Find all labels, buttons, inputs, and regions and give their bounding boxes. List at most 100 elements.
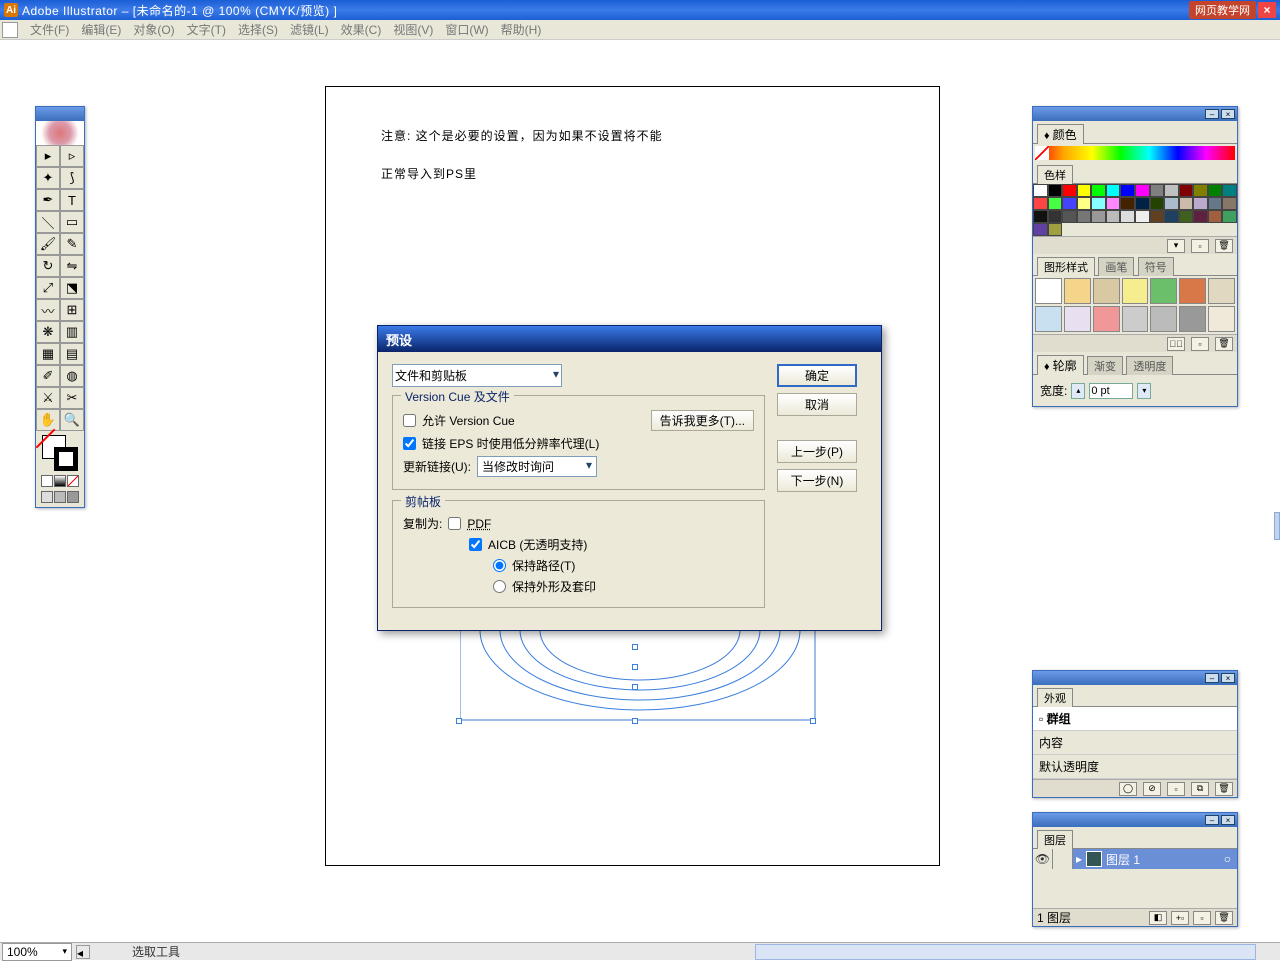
checkbox-allow-version-cue[interactable] — [403, 414, 416, 427]
reflect-tool[interactable]: ⇋ — [60, 255, 84, 277]
dialog-titlebar[interactable]: 预设 — [378, 326, 881, 352]
duplicate-appearance-icon[interactable]: ⧉ — [1191, 782, 1209, 796]
graphic-style[interactable] — [1150, 278, 1177, 304]
pen-tool[interactable]: ✒ — [36, 189, 60, 211]
swatch[interactable] — [1179, 210, 1194, 223]
direct-selection-tool[interactable]: ▹ — [60, 145, 84, 167]
pencil-tool[interactable]: ✎ — [60, 233, 84, 255]
swatch[interactable] — [1033, 197, 1048, 210]
selection-handle[interactable] — [632, 718, 638, 724]
selection-tool[interactable]: ▸ — [36, 145, 60, 167]
panel-titlebar[interactable]: – × — [1033, 813, 1237, 827]
swatch[interactable] — [1193, 184, 1208, 197]
graphic-style[interactable] — [1208, 278, 1235, 304]
panel-minimize-icon[interactable]: – — [1205, 673, 1219, 683]
new-layer-icon[interactable]: ▫ — [1193, 911, 1211, 925]
menu-effect[interactable]: 效果(C) — [335, 19, 388, 40]
swatch[interactable] — [1091, 184, 1106, 197]
layer-visibility-icon[interactable]: 👁 — [1033, 849, 1053, 869]
swatch[interactable] — [1135, 197, 1150, 210]
screen-mode-full-menus[interactable] — [54, 491, 66, 503]
tab-color[interactable]: ♦ 颜色 — [1037, 124, 1084, 144]
tab-gradient[interactable]: 渐变 — [1087, 356, 1123, 375]
graphic-style[interactable] — [1035, 278, 1062, 304]
update-links-select[interactable]: 当修改时询问▾ — [477, 456, 597, 477]
delete-swatch-icon[interactable]: 🗑 — [1215, 239, 1233, 253]
new-swatch-icon[interactable]: ▫ — [1191, 239, 1209, 253]
break-link-icon[interactable]: �⃠ — [1167, 337, 1185, 351]
delete-appearance-icon[interactable]: 🗑 — [1215, 782, 1233, 796]
swatch[interactable] — [1033, 223, 1048, 236]
swatch[interactable] — [1077, 184, 1092, 197]
appearance-item-group[interactable]: ▫ 群组 — [1033, 707, 1237, 731]
tab-stroke[interactable]: ♦ 轮廓 — [1037, 355, 1084, 375]
color-mode-none[interactable] — [67, 475, 79, 487]
gradient-tool[interactable]: ▤ — [60, 343, 84, 365]
checkbox-link-eps[interactable] — [403, 437, 416, 450]
swatch[interactable] — [1208, 210, 1223, 223]
free-transform-tool[interactable]: ⊞ — [60, 299, 84, 321]
menu-filter[interactable]: 滤镜(L) — [284, 19, 335, 40]
scissors-tool[interactable]: ✂ — [60, 387, 84, 409]
menu-object[interactable]: 对象(O) — [127, 19, 180, 40]
screen-mode-normal[interactable] — [41, 491, 53, 503]
radio-preserve-paths[interactable] — [493, 559, 506, 572]
panel-close-icon[interactable]: × — [1221, 673, 1235, 683]
graphic-style[interactable] — [1122, 278, 1149, 304]
layer-row[interactable]: 👁 ▸ 图层 1 ○ — [1033, 849, 1237, 869]
vertical-scroll-thumb[interactable] — [1274, 512, 1280, 540]
swatch[interactable] — [1120, 210, 1135, 223]
swatch[interactable] — [1048, 223, 1063, 236]
swatch[interactable] — [1222, 210, 1237, 223]
swatch[interactable] — [1193, 210, 1208, 223]
graphic-style[interactable] — [1064, 306, 1091, 332]
selection-handle[interactable] — [456, 718, 462, 724]
make-clipping-mask-icon[interactable]: ◧ — [1149, 911, 1167, 925]
swatch[interactable] — [1106, 210, 1121, 223]
menu-window[interactable]: 窗口(W) — [439, 19, 494, 40]
swatch[interactable] — [1164, 210, 1179, 223]
create-sublayer-icon[interactable]: +▫ — [1171, 911, 1189, 925]
swatch[interactable] — [1120, 197, 1135, 210]
tab-appearance[interactable]: 外观 — [1037, 688, 1073, 707]
swatch[interactable] — [1179, 184, 1194, 197]
rotate-tool[interactable]: ↻ — [36, 255, 60, 277]
menu-view[interactable]: 视图(V) — [387, 19, 439, 40]
panel-titlebar[interactable]: – × — [1033, 671, 1237, 685]
panel-minimize-icon[interactable]: – — [1205, 815, 1219, 825]
color-mode-solid[interactable] — [41, 475, 53, 487]
swatch[interactable] — [1062, 197, 1077, 210]
menu-file[interactable]: 文件(F) — [24, 19, 75, 40]
panel-minimize-icon[interactable]: – — [1205, 109, 1219, 119]
selection-handle[interactable] — [632, 664, 638, 670]
swatch[interactable] — [1135, 210, 1150, 223]
type-tool[interactable]: T — [60, 189, 84, 211]
swatch[interactable] — [1164, 197, 1179, 210]
graphic-style[interactable] — [1179, 306, 1206, 332]
graphic-style[interactable] — [1208, 306, 1235, 332]
swatch[interactable] — [1222, 184, 1237, 197]
panel-close-icon[interactable]: × — [1221, 815, 1235, 825]
slice-tool[interactable]: ⚔ — [36, 387, 60, 409]
menu-help[interactable]: 帮助(H) — [495, 19, 548, 40]
graphic-style[interactable] — [1093, 306, 1120, 332]
screen-mode-full[interactable] — [67, 491, 79, 503]
tab-transparency[interactable]: 透明度 — [1126, 356, 1173, 375]
panel-titlebar[interactable]: – × — [1033, 107, 1237, 121]
swatch[interactable] — [1091, 210, 1106, 223]
horizontal-scrollbar[interactable] — [755, 944, 1256, 960]
fill-stroke-indicator[interactable] — [42, 435, 78, 471]
checkbox-aicb[interactable] — [469, 538, 482, 551]
menu-select[interactable]: 选择(S) — [232, 19, 284, 40]
stroke-width-stepper-up[interactable]: ▴ — [1071, 383, 1085, 399]
scroll-left-icon[interactable]: ◂ — [76, 945, 90, 959]
blend-tool[interactable]: ◍ — [60, 365, 84, 387]
selection-handle[interactable] — [810, 718, 816, 724]
swatch[interactable] — [1150, 210, 1165, 223]
previous-button[interactable]: 上一步(P) — [777, 440, 857, 463]
rectangle-tool[interactable]: ▭ — [60, 211, 84, 233]
swatch[interactable] — [1208, 184, 1223, 197]
tab-graphic-styles[interactable]: 图形样式 — [1037, 257, 1095, 276]
tab-layers[interactable]: 图层 — [1037, 830, 1073, 849]
prefs-section-select[interactable]: 文件和剪贴板▾ — [392, 364, 562, 387]
